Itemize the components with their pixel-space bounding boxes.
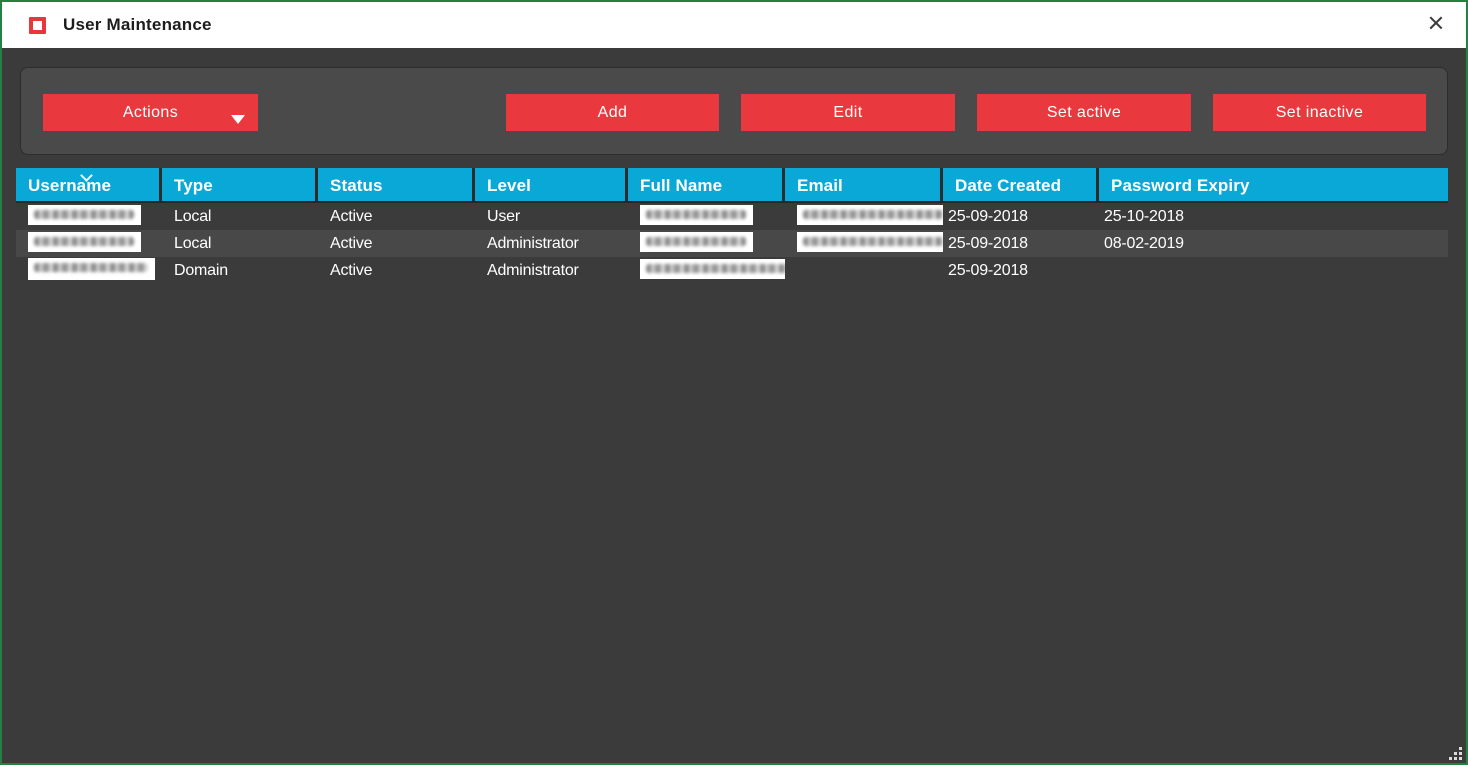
column-header-level[interactable]: Level: [475, 168, 628, 201]
column-header-username[interactable]: Username: [16, 168, 162, 201]
column-header-label: Date Created: [955, 176, 1061, 195]
column-header-label: Username: [28, 176, 111, 195]
cell-password-expiry: [1099, 257, 1448, 284]
column-header-type[interactable]: Type: [162, 168, 318, 201]
set-active-button[interactable]: Set active: [977, 94, 1191, 131]
cell-type: Local: [162, 230, 318, 257]
window-content: Actions Add Edit Set active Set inactive…: [2, 48, 1466, 763]
column-header-email[interactable]: Email: [785, 168, 943, 201]
cell-full-name: [628, 230, 785, 257]
cell-full-name: [628, 257, 785, 284]
cell-type: Domain: [162, 257, 318, 284]
table-row[interactable]: Local Active User 25-09-2018 25-10-2018: [16, 203, 1448, 230]
edit-button[interactable]: Edit: [741, 94, 955, 131]
redacted-email: [797, 205, 943, 225]
cell-email: [785, 230, 943, 257]
redacted-username: [28, 205, 141, 225]
column-header-status[interactable]: Status: [318, 168, 475, 201]
cell-type: Local: [162, 203, 318, 230]
column-header-label: Full Name: [640, 176, 722, 195]
cell-date-created: 25-09-2018: [943, 203, 1099, 230]
cell-username: [16, 203, 162, 230]
column-header-label: Level: [487, 176, 531, 195]
cell-full-name: [628, 203, 785, 230]
redacted-username: [28, 258, 155, 280]
cell-password-expiry: 08-02-2019: [1099, 230, 1448, 257]
cell-username: [16, 230, 162, 257]
table-row[interactable]: Domain Active Administrator 25-09-2018: [16, 257, 1448, 284]
column-header-label: Password Expiry: [1111, 176, 1250, 195]
chevron-down-icon: [231, 115, 245, 124]
close-button[interactable]: ×: [1418, 6, 1454, 42]
table-row[interactable]: Local Active Administrator 25-09-2018 08…: [16, 230, 1448, 257]
cell-username: [16, 257, 162, 284]
redacted-username: [28, 232, 141, 252]
cell-level: User: [475, 203, 628, 230]
cell-password-expiry: 25-10-2018: [1099, 203, 1448, 230]
column-header-label: Type: [174, 176, 213, 195]
cell-status: Active: [318, 230, 475, 257]
add-button[interactable]: Add: [506, 94, 719, 131]
window-title: User Maintenance: [63, 15, 212, 35]
redacted-full-name: [640, 232, 753, 252]
set-inactive-button[interactable]: Set inactive: [1213, 94, 1426, 131]
cell-level: Administrator: [475, 257, 628, 284]
column-header-label: Status: [330, 176, 383, 195]
titlebar: User Maintenance ×: [2, 2, 1466, 48]
table-header-row: Username Type Status Level Full Name Ema…: [16, 168, 1448, 203]
redacted-full-name: [640, 205, 753, 225]
cell-email: [785, 203, 943, 230]
resize-grip[interactable]: [1449, 747, 1462, 760]
app-icon: [29, 17, 46, 34]
cell-date-created: 25-09-2018: [943, 257, 1099, 284]
cell-date-created: 25-09-2018: [943, 230, 1099, 257]
cell-status: Active: [318, 203, 475, 230]
redacted-full-name: [640, 259, 785, 279]
column-header-label: Email: [797, 176, 843, 195]
toolbar: Actions Add Edit Set active Set inactive: [20, 67, 1448, 155]
cell-level: Administrator: [475, 230, 628, 257]
user-table: Username Type Status Level Full Name Ema…: [16, 168, 1448, 284]
user-maintenance-window: User Maintenance × Actions Add Edit Set …: [0, 0, 1468, 765]
redacted-email: [797, 232, 943, 252]
column-header-date-created[interactable]: Date Created: [943, 168, 1099, 201]
column-header-full-name[interactable]: Full Name: [628, 168, 785, 201]
actions-dropdown-button[interactable]: Actions: [43, 94, 258, 131]
column-header-password-expiry[interactable]: Password Expiry: [1099, 168, 1448, 201]
cell-status: Active: [318, 257, 475, 284]
actions-button-label: Actions: [123, 104, 178, 121]
cell-email: [785, 257, 943, 284]
